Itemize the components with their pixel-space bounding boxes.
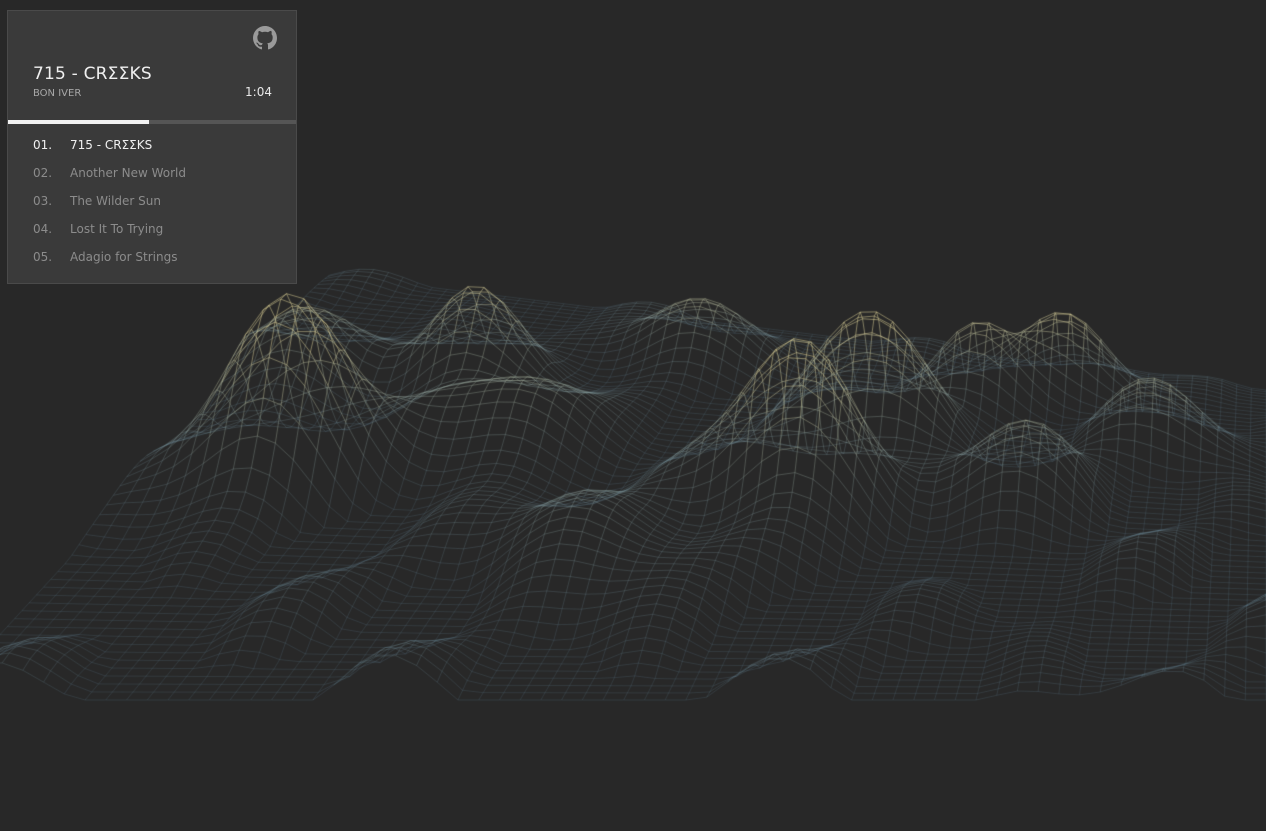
- track-number: 03.: [33, 194, 53, 208]
- track-name: Lost It To Trying: [70, 222, 164, 236]
- progress-fill: [8, 120, 150, 124]
- track-number: 01.: [33, 138, 53, 152]
- progress-bar[interactable]: [8, 120, 296, 124]
- playlist-item[interactable]: 04. Lost It To Trying: [8, 217, 296, 245]
- track-name: 715 - CRΣΣKS: [70, 138, 153, 152]
- track-title: 715 - CRΣΣKS: [33, 64, 152, 84]
- track-number: 04.: [33, 222, 53, 236]
- playlist-item[interactable]: 05. Adagio for Strings: [8, 245, 296, 273]
- playlist-item[interactable]: 02. Another New World: [8, 161, 296, 189]
- playlist-item[interactable]: 03. The Wilder Sun: [8, 189, 296, 217]
- track-artist: BON IVER: [33, 88, 82, 99]
- player-panel: 715 - CRΣΣKS BON IVER 1:04 01. 715 - CRΣΣ…: [7, 10, 297, 284]
- playlist-item[interactable]: 01. 715 - CRΣΣKS: [8, 133, 296, 161]
- track-name: The Wilder Sun: [70, 194, 161, 208]
- track-number: 02.: [33, 166, 53, 180]
- track-name: Adagio for Strings: [70, 250, 178, 264]
- elapsed-time: 1:04: [245, 85, 272, 99]
- playlist: 01. 715 - CRΣΣKS 02. Another New World 03.…: [8, 133, 296, 273]
- track-name: Another New World: [70, 166, 186, 180]
- track-number: 05.: [33, 250, 53, 264]
- github-icon[interactable]: [253, 26, 277, 50]
